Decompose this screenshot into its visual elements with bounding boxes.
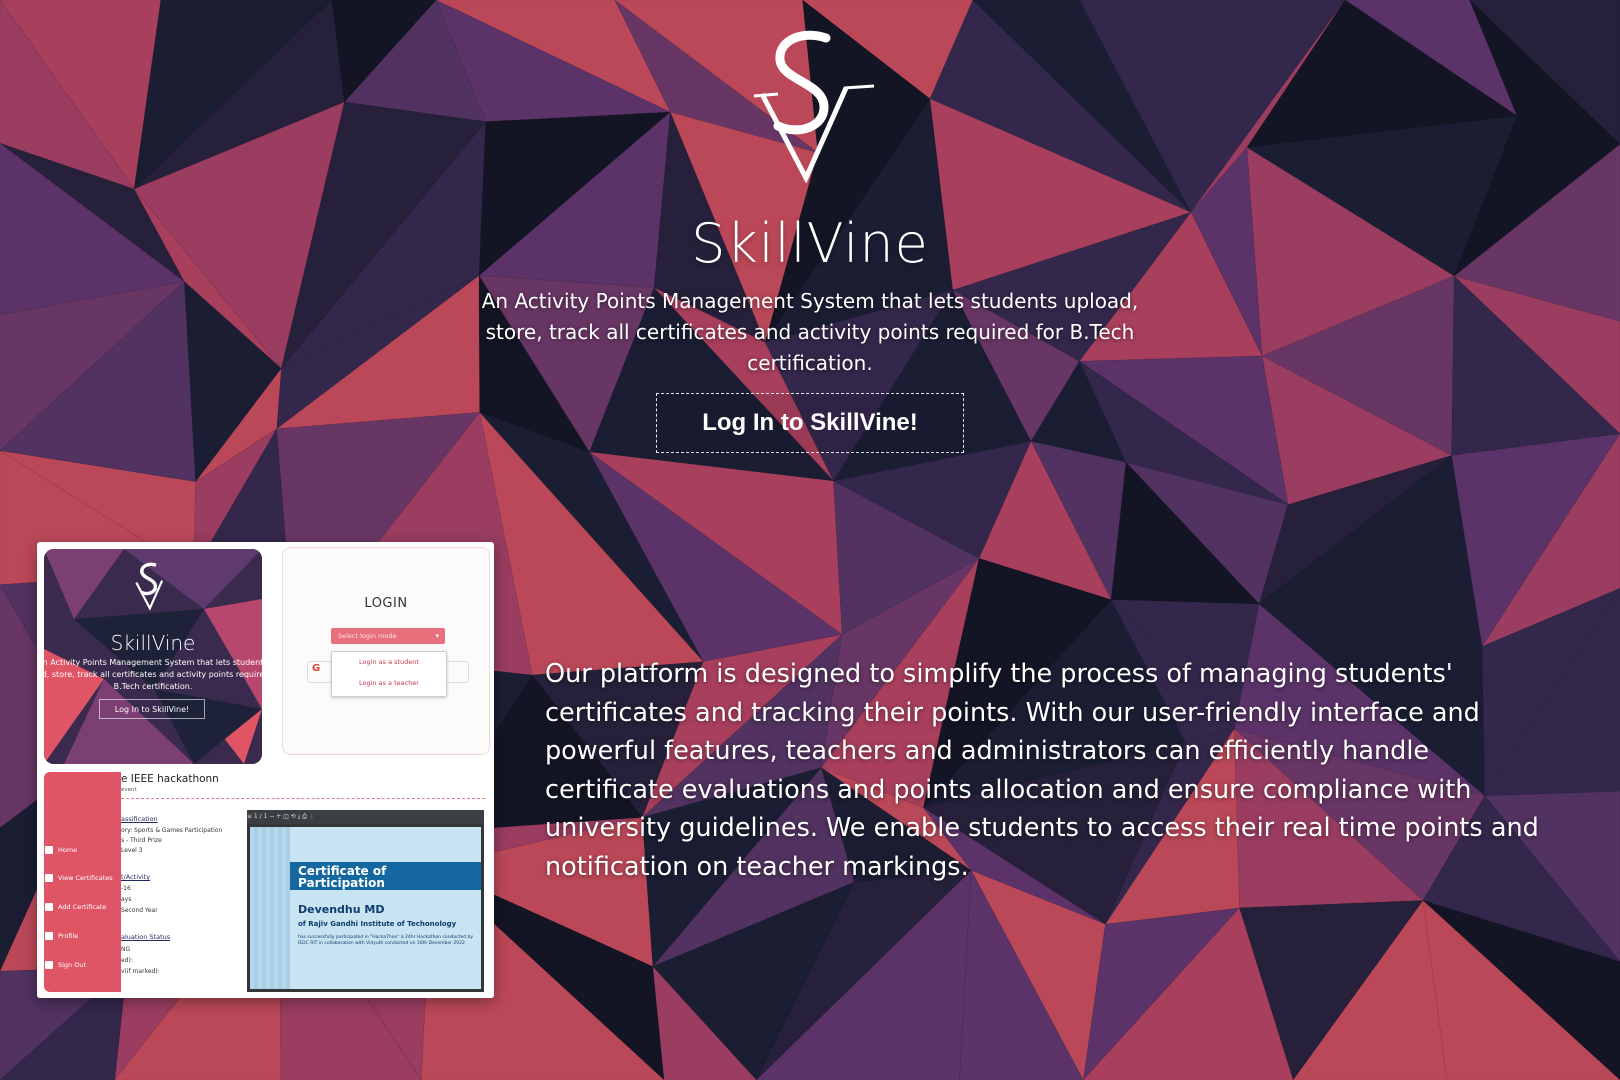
preview-certificate-image: Certificate of Participation Devendhu MD… bbox=[250, 827, 481, 989]
preview-sidebar-label: Sign Out bbox=[58, 961, 87, 969]
home-icon bbox=[45, 846, 53, 854]
preview-pdf-viewer: ≡ 1 / 1 − + ◫ ⟲ ⤓ ⎙ ⋮ Certificate of Par… bbox=[247, 810, 484, 992]
preview-option-student: Login as a student bbox=[359, 658, 419, 666]
preview-divider bbox=[121, 798, 485, 799]
preview-hero-card: SkillVine n Activity Points Management S… bbox=[44, 549, 262, 764]
preview-sidebar bbox=[44, 772, 121, 992]
certificate-title-line2: Participation bbox=[298, 876, 385, 890]
certificate-title-band: Certificate of Participation bbox=[290, 862, 481, 890]
preview-field-value: -16 bbox=[121, 885, 131, 892]
preview-sidebar-item-profile: Profile bbox=[45, 932, 78, 940]
preview-field-value: s - Third Prize bbox=[121, 837, 162, 844]
preview-sidebar-label: Home bbox=[58, 846, 78, 854]
preview-field-value: NG bbox=[121, 946, 131, 953]
app-tagline: An Activity Points Management System tha… bbox=[481, 289, 1139, 375]
profile-icon bbox=[45, 932, 53, 940]
preview-pdf-toolbar: ≡ 1 / 1 − + ◫ ⟲ ⤓ ⎙ ⋮ bbox=[247, 810, 484, 824]
preview-field-heading: aluation Status bbox=[121, 933, 171, 941]
preview-logo-icon bbox=[135, 562, 164, 611]
platform-description: Our platform is designed to simplify the… bbox=[545, 659, 1539, 882]
certificate-icon bbox=[45, 874, 53, 882]
preview-sidebar-label: Add Certificate bbox=[58, 903, 107, 911]
preview-event-title: e IEEE hackathonn bbox=[121, 773, 219, 785]
preview-field-value: v(if marked): bbox=[121, 968, 160, 975]
preview-login-mode-dropdown: Login as a student Login as a teacher bbox=[331, 651, 447, 697]
app-title: SkillVine bbox=[691, 212, 929, 275]
preview-sidebar-label: View Certificates bbox=[58, 874, 113, 882]
preview-field-heading: assification bbox=[121, 815, 158, 823]
preview-option-teacher: Login as a teacher bbox=[359, 679, 419, 687]
preview-field-value: ed): bbox=[121, 957, 133, 964]
preview-sidebar-item-sign-out: Sign Out bbox=[45, 961, 86, 969]
add-icon bbox=[45, 903, 53, 911]
preview-field-value: Level 3 bbox=[121, 847, 143, 854]
preview-login-button: Log In to SkillVine! bbox=[99, 699, 205, 719]
skillvine-logo-icon bbox=[753, 30, 875, 183]
preview-field-value: ory: Sports & Games Participation bbox=[121, 827, 223, 834]
preview-login-title: LOGIN bbox=[364, 596, 408, 611]
preview-event-subtitle: event bbox=[121, 787, 137, 793]
preview-sidebar-label: Profile bbox=[58, 932, 79, 940]
preview-field-heading: t/Activity bbox=[121, 873, 151, 881]
preview-sidebar-item-home: Home bbox=[45, 846, 77, 854]
preview-app-title: SkillVine bbox=[110, 631, 196, 655]
login-button[interactable]: Log In to SkillVine! bbox=[656, 393, 964, 453]
preview-field-value: Second Year bbox=[121, 907, 158, 914]
google-icon: G bbox=[312, 663, 321, 674]
certificate-body: has successfully participated in "HackaT… bbox=[298, 935, 474, 946]
certificate-recipient: Devendhu MD bbox=[298, 903, 385, 916]
preview-login-mode-select: Select login mode bbox=[331, 628, 445, 644]
certificate-stripe bbox=[250, 827, 290, 989]
preview-tagline: n Activity Points Management System that… bbox=[44, 658, 262, 691]
app-preview-collage: SkillVine n Activity Points Management S… bbox=[37, 542, 494, 998]
certificate-institute: of Rajiv Gandhi Institute of Techonology bbox=[298, 920, 457, 928]
preview-sidebar-item-add-certificate: Add Certificate bbox=[45, 903, 106, 911]
sign-out-icon bbox=[45, 961, 53, 969]
preview-login-card: LOGIN G Select login mode Login as a stu… bbox=[282, 547, 490, 755]
preview-sidebar-item-view-certificates: View Certificates bbox=[45, 874, 113, 882]
preview-field-value: ays bbox=[121, 896, 132, 903]
